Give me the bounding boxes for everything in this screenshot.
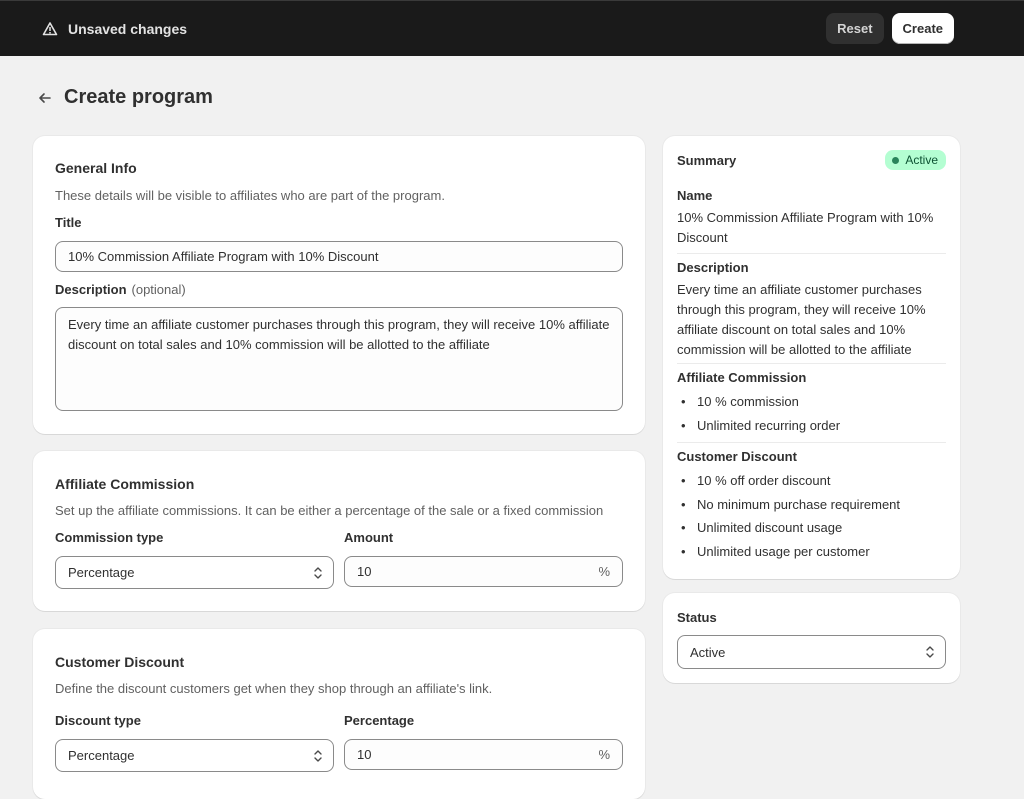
status-badge: Active: [885, 150, 946, 170]
select-chevron-icon: [313, 566, 323, 580]
description-textarea[interactable]: Every time an affiliate customer purchas…: [55, 307, 623, 411]
summary-name-value: 10% Commission Affiliate Program with 10…: [677, 210, 934, 245]
list-item: Unlimited recurring order: [677, 418, 939, 442]
unsaved-status: Unsaved changes: [42, 21, 187, 37]
title-input-value: 10% Commission Affiliate Program with 10…: [68, 249, 379, 264]
summary-divider: [677, 363, 946, 364]
summary-discount-list: 10 % off order discount No minimum purch…: [677, 473, 939, 567]
status-select-value: Active: [690, 644, 726, 660]
percentage-value: 10: [357, 747, 372, 762]
customer-discount-card: Customer Discount Define the discount cu…: [33, 629, 645, 799]
title-input[interactable]: 10% Commission Affiliate Program with 10…: [55, 241, 623, 272]
arrow-left-icon[interactable]: [36, 89, 54, 107]
general-info-subtitle: These details will be visible to affilia…: [55, 188, 445, 203]
page-header: Create program: [36, 86, 213, 109]
affiliate-commission-title: Affiliate Commission: [55, 476, 195, 492]
summary-divider: [677, 253, 946, 254]
summary-title: Summary: [677, 153, 737, 168]
commission-type-select[interactable]: Percentage: [55, 556, 334, 589]
amount-label: Amount: [344, 530, 394, 545]
commission-type-value: Percentage: [68, 565, 135, 580]
percent-suffix: %: [598, 564, 610, 579]
list-item: Unlimited usage per customer: [677, 544, 939, 568]
summary-description-label: Description: [677, 260, 749, 275]
status-label: Status: [677, 610, 717, 625]
summary-discount-label: Customer Discount: [677, 449, 797, 464]
list-item: Unlimited discount usage: [677, 520, 939, 544]
description-label: Description (optional): [55, 282, 186, 297]
description-label-text: Description: [55, 282, 127, 297]
select-chevron-icon: [313, 749, 323, 763]
summary-commission-list: 10 % commission Unlimited recurring orde…: [677, 394, 939, 441]
unsaved-changes-text: Unsaved changes: [68, 20, 188, 37]
percent-suffix: %: [598, 747, 610, 762]
discount-type-value: Percentage: [68, 748, 135, 763]
description-textarea-value: Every time an affiliate customer purchas…: [68, 317, 610, 352]
discount-type-label: Discount type: [55, 713, 141, 728]
summary-card: Summary Active Name 10% Commission Affil…: [663, 136, 960, 579]
general-info-title: General Info: [55, 160, 137, 176]
select-chevron-icon: [925, 645, 935, 659]
optional-hint: (optional): [131, 282, 186, 297]
warning-triangle-icon: [42, 21, 58, 37]
percentage-input[interactable]: 10 %: [344, 739, 623, 770]
list-item: 10 % off order discount: [677, 473, 939, 497]
page-title: Create program: [64, 86, 213, 108]
title-label: Title: [55, 215, 82, 230]
reset-button[interactable]: Reset: [826, 13, 884, 44]
affiliate-commission-card: Affiliate Commission Set up the affiliat…: [33, 451, 645, 611]
status-card: Status Active: [663, 593, 960, 683]
summary-commission-label: Affiliate Commission: [677, 370, 807, 385]
customer-discount-subtitle: Define the discount customers get when t…: [55, 681, 493, 696]
customer-discount-title: Customer Discount: [55, 654, 185, 670]
list-item: 10 % commission: [677, 394, 939, 418]
unsaved-changes-bar: Unsaved changes Reset Create: [0, 0, 1024, 56]
amount-input[interactable]: 10 %: [344, 556, 623, 587]
general-info-card: General Info These details will be visib…: [33, 136, 645, 434]
amount-value: 10: [357, 564, 372, 579]
status-dot-icon: [892, 156, 900, 164]
summary-description-value: Every time an affiliate customer purchas…: [677, 282, 926, 357]
summary-divider: [677, 442, 946, 443]
commission-type-label: Commission type: [55, 530, 164, 545]
status-select[interactable]: Active: [677, 635, 946, 669]
summary-name-label: Name: [677, 188, 713, 203]
percentage-label: Percentage: [344, 713, 415, 728]
list-item: No minimum purchase requirement: [677, 497, 939, 521]
discount-type-select[interactable]: Percentage: [55, 739, 334, 772]
status-badge-text: Active: [905, 153, 938, 167]
create-button[interactable]: Create: [891, 13, 954, 44]
affiliate-commission-subtitle: Set up the affiliate commissions. It can…: [55, 503, 604, 518]
